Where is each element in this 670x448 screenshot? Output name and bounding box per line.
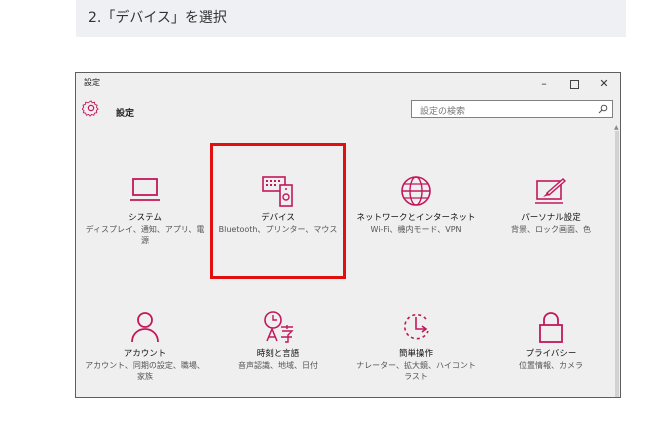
person-icon [131,312,159,343]
tile-system[interactable]: システム ディスプレイ、通知、アプリ、電源 [80,173,210,246]
tile-desc: ディスプレイ、通知、アプリ、電源 [85,225,205,245]
search-icon[interactable] [598,104,608,114]
maximize-icon [569,79,579,89]
settings-header: 設定 設定の検索 [76,95,620,127]
search-placeholder: 設定の検索 [420,107,466,117]
gear-icon [82,100,99,117]
tile-desc: アカウント、同期の設定、職場、家族 [85,361,205,381]
tile-title: 時刻と言語 [256,349,300,359]
time-language-icon [264,311,294,343]
title-bar: 設定 – ✕ [76,73,620,95]
tile-title: ネットワークとインターネット [356,213,476,223]
tile-privacy[interactable]: プライバシー 位置情報、カメラ [486,309,616,371]
globe-icon [401,176,431,206]
minimize-button[interactable]: – [532,75,556,93]
personalization-icon [535,178,567,204]
tile-desc: 背景、ロック画面、色 [511,225,591,234]
tile-personalization[interactable]: パーソナル設定 背景、ロック画面、色 [486,173,616,235]
tile-time-language[interactable]: 時刻と言語 音声認識、地域、日付 [213,309,343,371]
selection-highlight [210,143,346,279]
search-input[interactable]: 設定の検索 [411,100,613,118]
tile-desc: ナレーター、拡大鏡、ハイコントラスト [356,361,476,381]
tile-ease-of-access[interactable]: 簡単操作 ナレーター、拡大鏡、ハイコントラスト [351,309,481,382]
tile-desc: Wi-Fi、機内モード、VPN [370,225,462,234]
close-button[interactable]: ✕ [592,75,616,93]
settings-window: 設定 – ✕ 設定 設定の検索 ▲ システム ディスプレイ、通知、アプリ、電源 [75,72,621,398]
tile-title: 簡単操作 [398,349,433,359]
page-title: 設定 [116,109,135,119]
step-heading: 2.「デバイス」を選択 [76,0,626,37]
tile-accounts[interactable]: アカウント アカウント、同期の設定、職場、家族 [80,309,210,382]
tile-network[interactable]: ネットワークとインターネット Wi-Fi、機内モード、VPN [351,173,481,235]
tile-title: プライバシー [525,349,577,359]
tile-title: パーソナル設定 [521,213,581,223]
ease-of-access-icon [404,313,429,340]
tile-title: アカウント [123,349,167,359]
maximize-button[interactable] [562,75,586,93]
monitor-icon [130,178,160,201]
tile-title: システム [128,213,162,223]
window-title: 設定 [84,78,100,87]
tile-desc: 音声認識、地域、日付 [238,361,318,370]
tile-desc: 位置情報、カメラ [519,361,583,370]
lock-icon [539,312,563,343]
